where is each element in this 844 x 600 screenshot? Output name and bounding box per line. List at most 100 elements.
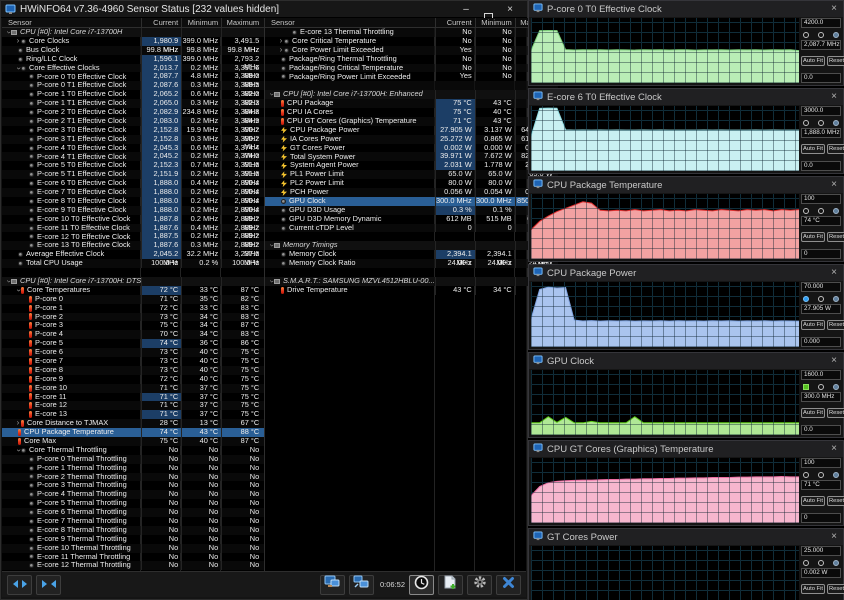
logging-clock-button[interactable] xyxy=(409,575,434,595)
sensor-row[interactable]: P-core 5 T1 Effective Clock2,151.9 MHz0.… xyxy=(2,170,264,179)
scale-max-input[interactable]: 4200.0 xyxy=(801,18,841,28)
sensor-row[interactable]: P-core 5 Thermal ThrottlingNoNoNo xyxy=(2,499,264,508)
sensor-row[interactable]: P-core 0 Thermal ThrottlingNoNoNo xyxy=(2,455,264,464)
sensor-row[interactable]: ›CPU [#0]: Intel Core i7-13700H: DTS xyxy=(2,277,264,286)
sensor-row[interactable]: E-core 8 T0 Effective Clock1,888.0 MHz0.… xyxy=(2,197,264,206)
scale-min-input[interactable]: 0.000 xyxy=(801,337,841,347)
sensor-row[interactable]: P-core 3 Thermal ThrottlingNoNoNo xyxy=(2,481,264,490)
sensor-row[interactable]: ›Core Power Limit ExceededYesNoYes xyxy=(265,46,558,55)
sensor-row[interactable]: Drive Temperature43 °C34 °C43 °C xyxy=(265,286,558,295)
graph-titlebar[interactable]: GT Cores Power× xyxy=(529,529,843,545)
graph-plot-area[interactable] xyxy=(531,282,799,347)
column-header-minimum[interactable]: Minimum xyxy=(475,18,515,27)
expand-columns-button[interactable] xyxy=(7,575,32,595)
sensor-row[interactable]: P-core 5 T0 Effective Clock2,152.3 MHz0.… xyxy=(2,161,264,170)
auto-fit-button[interactable]: Auto Fit xyxy=(801,408,825,418)
sensor-row[interactable]: Total System Power39.971 W7.672 W82.729 … xyxy=(265,152,558,161)
auto-fit-button[interactable]: Auto Fit xyxy=(801,320,825,330)
collapse-icon[interactable]: › xyxy=(14,287,23,293)
sensor-row[interactable]: CPU Package Temperature74 °C43 °C88 °C xyxy=(2,428,264,437)
scale-radio[interactable] xyxy=(818,208,824,214)
sensor-row[interactable]: ›Core Temperatures72 °C33 °C87 °C xyxy=(2,286,264,295)
scale-radio[interactable] xyxy=(833,472,839,478)
reset-button[interactable]: Reset xyxy=(827,408,844,418)
sensor-row[interactable]: P-core 1 Thermal ThrottlingNoNoNo xyxy=(2,464,264,473)
sensor-row[interactable]: E-core 1171 °C37 °C75 °C xyxy=(2,393,264,402)
sensor-row[interactable]: PCH Power0.056 W0.054 W0.058 W xyxy=(265,188,558,197)
sensor-row[interactable]: E-core 7 T0 Effective Clock1,888.0 MHz0.… xyxy=(2,188,264,197)
sensor-row[interactable]: ›Core Effective Clocks2,013.7 MHz0.2 MHz… xyxy=(2,64,264,73)
sensor-row[interactable]: E-core 10 T0 Effective Clock1,887.8 MHz0… xyxy=(2,215,264,224)
minimize-button[interactable]: – xyxy=(455,2,477,17)
close-icon[interactable]: × xyxy=(831,530,837,544)
scale-radio[interactable] xyxy=(803,208,809,214)
sensor-row[interactable]: E-core 972 °C40 °C75 °C xyxy=(2,375,264,384)
sensor-row[interactable]: Package/Ring Critical TemperatureNoNoNo xyxy=(265,64,558,73)
graph-plot-area[interactable] xyxy=(531,370,799,435)
sensor-row[interactable]: ›S.M.A.R.T.: SAMSUNG MZVL4512HBLU-00... xyxy=(265,277,558,286)
collapse-icon[interactable]: › xyxy=(267,278,276,284)
sensor-row[interactable]: E-core 9 T0 Effective Clock1,888.0 MHz0.… xyxy=(2,206,264,215)
close-icon[interactable]: × xyxy=(831,2,837,16)
sensor-row[interactable]: ›Core Distance to TJMAX28 °C13 °C67 °C xyxy=(2,419,264,428)
sensor-row[interactable]: P-core 071 °C35 °C82 °C xyxy=(2,295,264,304)
graph-titlebar[interactable]: GPU Clock× xyxy=(529,353,843,369)
sensor-row[interactable]: P-core 172 °C33 °C83 °C xyxy=(2,304,264,313)
scale-radio[interactable] xyxy=(818,560,824,566)
sensor-row[interactable]: P-core 3 T1 Effective Clock2,152.8 MHz0.… xyxy=(2,135,264,144)
settings-button[interactable] xyxy=(467,575,492,595)
sensor-row[interactable]: Total CPU Usage100.0 %0.2 %100.0 % xyxy=(2,259,264,268)
collapse-icon[interactable]: › xyxy=(14,447,23,453)
sensor-row[interactable]: P-core 2 T0 Effective Clock2,082.9 MHz23… xyxy=(2,108,264,117)
column-header-sensor[interactable]: Sensor xyxy=(2,18,141,27)
remote-monitors-button[interactable] xyxy=(320,575,345,595)
sensor-row[interactable]: CPU GT Cores (Graphics) Temperature71 °C… xyxy=(265,117,558,126)
sensor-row[interactable]: ›Core Thermal ThrottlingNoNoNo xyxy=(2,446,264,455)
sensor-row[interactable]: ›Core Clocks1,980.9 MHz399.0 MHz3,491.5 … xyxy=(2,37,264,46)
collapse-icon[interactable]: › xyxy=(14,65,23,71)
sensor-row[interactable]: ›Core Critical TemperatureNoNoNo xyxy=(265,37,558,46)
column-header-current[interactable]: Current xyxy=(435,18,475,27)
scale-radio[interactable] xyxy=(803,384,809,390)
sensor-row[interactable]: PL1 Power Limit65.0 W65.0 W65.0 W xyxy=(265,170,558,179)
close-icon[interactable]: × xyxy=(831,90,837,104)
sensor-row[interactable]: System Agent Power2.031 W1.778 W2.263 W xyxy=(265,161,558,170)
sensor-row[interactable]: P-core 4 T1 Effective Clock2,045.2 MHz0.… xyxy=(2,152,264,161)
reset-button[interactable]: Reset xyxy=(827,232,844,242)
sensor-row[interactable]: E-core 13 Thermal ThrottlingNoNoNo xyxy=(265,28,558,37)
sensor-row[interactable]: P-core 574 °C36 °C86 °C xyxy=(2,339,264,348)
graph-plot-area[interactable] xyxy=(531,546,799,600)
scale-max-input[interactable]: 100 xyxy=(801,194,841,204)
sensor-row[interactable]: E-core 6 Thermal ThrottlingNoNoNo xyxy=(2,508,264,517)
graph-titlebar[interactable]: E-core 6 T0 Effective Clock× xyxy=(529,89,843,105)
scale-radio[interactable] xyxy=(803,472,809,478)
sensor-row[interactable]: GPU Clock300.0 MHz300.0 MHz850.0 MHz xyxy=(265,197,558,206)
sensor-row[interactable]: P-core 1 T0 Effective Clock2,065.2 MHz0.… xyxy=(2,90,264,99)
sensor-row[interactable]: E-core 1271 °C37 °C75 °C xyxy=(2,401,264,410)
sensor-row[interactable]: P-core 1 T1 Effective Clock2,065.0 MHz0.… xyxy=(2,99,264,108)
sensor-row[interactable]: CPU IA Cores75 °C40 °C87 °C xyxy=(265,108,558,117)
sensor-row[interactable]: E-core 6 T0 Effective Clock1,888.0 MHz0.… xyxy=(2,179,264,188)
sensor-row[interactable]: GPU D3D Memory Dynamic612 MB515 MB670 MB xyxy=(265,215,558,224)
scale-radio[interactable] xyxy=(803,120,809,126)
graph-titlebar[interactable]: CPU Package Power× xyxy=(529,265,843,281)
scale-max-input[interactable]: 100 xyxy=(801,458,841,468)
auto-fit-button[interactable]: Auto Fit xyxy=(801,232,825,242)
scale-max-input[interactable]: 3000.0 xyxy=(801,106,841,116)
scale-radio[interactable] xyxy=(818,120,824,126)
scale-radio[interactable] xyxy=(833,296,839,302)
scale-radio[interactable] xyxy=(833,32,839,38)
sensor-row[interactable]: Package/Ring Thermal ThrottlingNoNoNo xyxy=(265,55,558,64)
scale-min-input[interactable]: 0.0 xyxy=(801,73,841,83)
sensor-row[interactable]: P-core 0 T0 Effective Clock2,087.7 MHz4.… xyxy=(2,72,264,81)
sensor-row[interactable]: E-core 673 °C40 °C75 °C xyxy=(2,348,264,357)
scale-radio[interactable] xyxy=(818,472,824,478)
close-icon[interactable]: × xyxy=(831,354,837,368)
sensor-row[interactable]: E-core 10 Thermal ThrottlingNoNoNo xyxy=(2,544,264,553)
window-titlebar[interactable]: HWiNFO64 v7.36-4960 Sensor Status [232 v… xyxy=(1,1,527,18)
sensor-row[interactable]: GT Cores Power0.002 W0.000 W0.084 W xyxy=(265,144,558,153)
sensor-row[interactable]: PL2 Power Limit80.0 W80.0 W80.0 W xyxy=(265,179,558,188)
sensor-row[interactable]: P-core 0 T1 Effective Clock2,087.6 MHz0.… xyxy=(2,81,264,90)
sensor-row[interactable]: GPU D3D Usage0.3 %0.1 %16.9 % xyxy=(265,206,558,215)
scale-radio[interactable] xyxy=(833,384,839,390)
